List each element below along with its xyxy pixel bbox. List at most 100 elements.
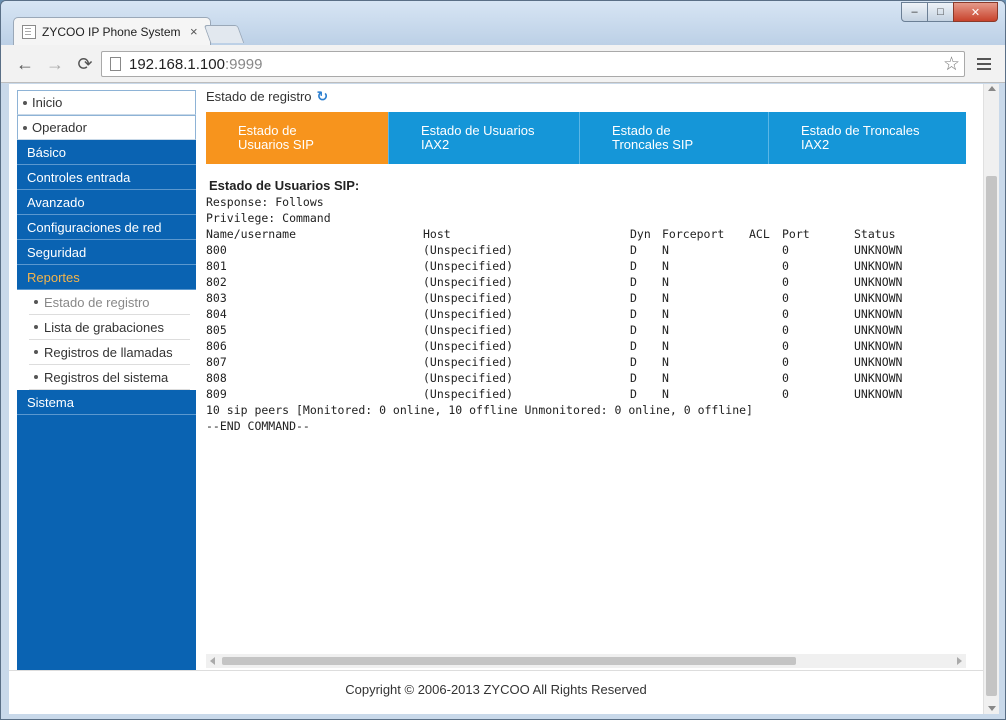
refresh-icon[interactable]: ↻ <box>317 88 329 105</box>
browser-window: ZYCOO IP Phone System ( × – □ ✕ ← → ⟳ 19… <box>0 0 1006 720</box>
scroll-thumb[interactable] <box>222 657 796 665</box>
scroll-down-icon[interactable] <box>988 706 996 711</box>
column-header-forceport: Forceport <box>662 227 725 241</box>
maximize-button[interactable]: □ <box>927 2 954 22</box>
bullet-icon <box>23 125 27 130</box>
cell-port: 0 <box>782 307 789 321</box>
table-header: Name/username Host Dyn Forceport ACL Por… <box>206 226 966 242</box>
cell-host: (Unspecified) <box>423 371 514 385</box>
cell-port: 0 <box>782 275 789 289</box>
bullet-icon <box>34 375 38 379</box>
sidebar-item-reportes[interactable]: Reportes <box>17 265 196 290</box>
cell-nat: N <box>662 355 669 369</box>
sidebar-subitem-label: Estado de registro <box>44 294 150 310</box>
address-bar[interactable]: 192.168.1.100:9999 ☆ <box>101 51 965 77</box>
table-row: 808 (Unspecified) D N 0 UNKNOWN <box>206 370 966 386</box>
new-tab-button[interactable] <box>203 25 245 43</box>
cell-name: 800 <box>206 243 227 257</box>
cell-nat: N <box>662 307 669 321</box>
cell-name: 804 <box>206 307 227 321</box>
scroll-up-icon[interactable] <box>988 86 996 91</box>
sidebar-subitem-registros-de-llamadas[interactable]: Registros de llamadas <box>29 340 190 365</box>
sidebar-subitem-estado-de-registro[interactable]: Estado de registro <box>29 290 190 315</box>
report-title: Estado de Usuarios SIP: <box>209 178 360 193</box>
star-icon[interactable]: ☆ <box>943 53 960 76</box>
tab-estado-troncales-sip[interactable]: Estado de Troncales SIP <box>580 112 769 164</box>
cell-port: 0 <box>782 259 789 273</box>
bullet-icon <box>34 350 38 354</box>
sidebar-item-sistema[interactable]: Sistema <box>17 390 196 415</box>
cell-nat: N <box>662 259 669 273</box>
cell-dyn: D <box>630 371 637 385</box>
cell-host: (Unspecified) <box>423 339 514 353</box>
cell-dyn: D <box>630 355 637 369</box>
tab-close-icon[interactable]: × <box>190 24 198 39</box>
table-row: 803 (Unspecified) D N 0 UNKNOWN <box>206 290 966 306</box>
sidebar-item-label: Operador <box>32 120 87 135</box>
cell-port: 0 <box>782 371 789 385</box>
privilege-line: Privilege: Command <box>206 211 331 225</box>
cell-name: 803 <box>206 291 227 305</box>
bullet-icon <box>23 100 27 105</box>
bullet-icon <box>34 300 38 304</box>
cell-dyn: D <box>630 291 637 305</box>
cell-dyn: D <box>630 307 637 321</box>
cell-nat: N <box>662 339 669 353</box>
table-row: 804 (Unspecified) D N 0 UNKNOWN <box>206 306 966 322</box>
tab-estado-usuarios-sip[interactable]: Estado de Usuarios SIP <box>206 112 389 164</box>
table-row: 809 (Unspecified) D N 0 UNKNOWN <box>206 386 966 402</box>
vertical-scrollbar[interactable] <box>983 84 999 714</box>
cell-status: UNKNOWN <box>854 307 903 321</box>
sidebar-item-operador[interactable]: Operador <box>17 115 196 140</box>
close-window-button[interactable]: ✕ <box>953 2 998 22</box>
scroll-thumb[interactable] <box>986 176 997 696</box>
cell-host: (Unspecified) <box>423 355 514 369</box>
reportes-submenu: Estado de registro Lista de grabaciones … <box>17 290 196 390</box>
cell-name: 802 <box>206 275 227 289</box>
cell-status: UNKNOWN <box>854 259 903 273</box>
arrow-left-icon[interactable]: ← <box>13 52 37 76</box>
breadcrumb: Estado de registro ↻ <box>206 87 328 105</box>
arrow-right-icon[interactable]: → <box>43 52 67 76</box>
sidebar-item-seguridad[interactable]: Seguridad <box>17 240 196 265</box>
cell-name: 805 <box>206 323 227 337</box>
scroll-left-icon[interactable] <box>210 657 215 665</box>
horizontal-scrollbar[interactable] <box>206 654 966 668</box>
cell-status: UNKNOWN <box>854 387 903 401</box>
cell-host: (Unspecified) <box>423 291 514 305</box>
cell-port: 0 <box>782 339 789 353</box>
sidebar-subitem-registros-del-sistema[interactable]: Registros del sistema <box>29 365 190 390</box>
cell-host: (Unspecified) <box>423 323 514 337</box>
sidebar-subitem-lista-de-grabaciones[interactable]: Lista de grabaciones <box>29 315 190 340</box>
page-title: Estado de registro <box>206 88 312 104</box>
sidebar-subitem-label: Lista de grabaciones <box>44 319 164 335</box>
cell-status: UNKNOWN <box>854 355 903 369</box>
sidebar-item-inicio[interactable]: Inicio <box>17 90 196 115</box>
page-icon <box>110 57 121 71</box>
cell-port: 0 <box>782 323 789 337</box>
summary-line: 10 sip peers [Monitored: 0 online, 10 of… <box>206 403 753 417</box>
tab-estado-usuarios-iax2[interactable]: Estado de Usuarios IAX2 <box>389 112 580 164</box>
cell-host: (Unspecified) <box>423 259 514 273</box>
sidebar-item-configuraciones-de-red[interactable]: Configuraciones de red <box>17 215 196 240</box>
sidebar-item-controles-entrada[interactable]: Controles entrada <box>17 165 196 190</box>
status-tabs: Estado de Usuarios SIP Estado de Usuario… <box>206 112 966 164</box>
sidebar: Inicio Operador Básico Controles entrada… <box>17 90 196 670</box>
cell-name: 801 <box>206 259 227 273</box>
table-row: 806 (Unspecified) D N 0 UNKNOWN <box>206 338 966 354</box>
sidebar-item-avanzado[interactable]: Avanzado <box>17 190 196 215</box>
response-line: Response: Follows <box>206 195 324 209</box>
sidebar-subitem-label: Registros del sistema <box>44 369 169 385</box>
cell-status: UNKNOWN <box>854 339 903 353</box>
minimize-button[interactable]: – <box>901 2 928 22</box>
sidebar-subitem-label: Registros de llamadas <box>44 344 173 360</box>
title-bar: ZYCOO IP Phone System ( × – □ ✕ <box>1 1 1005 45</box>
browser-tab[interactable]: ZYCOO IP Phone System ( × <box>13 17 211 45</box>
cell-port: 0 <box>782 291 789 305</box>
tab-estado-troncales-iax2[interactable]: Estado de Troncales IAX2 <box>769 112 966 164</box>
cell-dyn: D <box>630 259 637 273</box>
sidebar-item-basico[interactable]: Básico <box>17 140 196 165</box>
scroll-right-icon[interactable] <box>957 657 962 665</box>
hamburger-menu-icon[interactable] <box>973 53 995 75</box>
reload-icon[interactable]: ⟳ <box>73 52 97 76</box>
